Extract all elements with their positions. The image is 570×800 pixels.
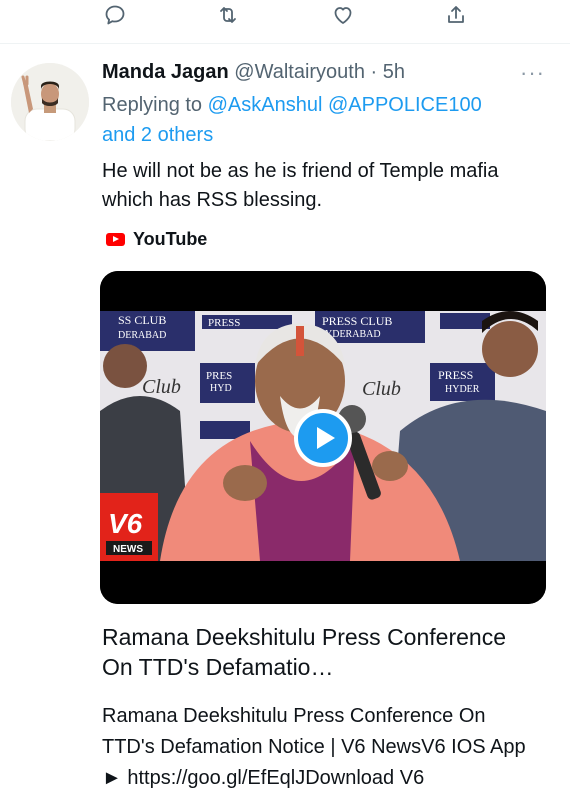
- like-icon[interactable]: [326, 0, 360, 30]
- video-card[interactable]: SS CLUB DERABAD PRESS CLUB YDERABAD PRES…: [100, 271, 546, 604]
- tweet-text: He will not be as he is friend of Temple…: [102, 160, 499, 211]
- more-options-icon[interactable]: ···: [520, 60, 545, 86]
- card-source: YouTube: [106, 229, 207, 250]
- banner-text: PRESS CLUB: [322, 314, 392, 328]
- author-name[interactable]: Manda Jagan: [102, 61, 229, 83]
- replying-user-link[interactable]: @AskAnshul: [208, 94, 323, 116]
- separator-dot: ·: [370, 61, 378, 83]
- card-description: Ramana Deekshitulu Press Conference On T…: [102, 705, 526, 789]
- banner-text: PRESS: [208, 317, 240, 329]
- source-name: YouTube: [133, 229, 208, 249]
- play-button[interactable]: [294, 409, 352, 467]
- tweet-time[interactable]: 5h: [383, 61, 405, 83]
- card-title[interactable]: Ramana Deekshitulu Press Conference On T…: [102, 622, 542, 682]
- share-icon[interactable]: [439, 0, 473, 30]
- banner-text: HYDER: [445, 384, 480, 395]
- author-handle[interactable]: @Waltairyouth: [234, 61, 365, 83]
- retweet-icon[interactable]: [211, 0, 245, 30]
- youtube-logo-icon: [106, 233, 125, 246]
- replying-to: Replying to @AskAnshul @APPOLICE100 and …: [102, 90, 542, 150]
- banner-text: SS CLUB: [118, 313, 166, 327]
- channel-logo-text: V6: [108, 508, 143, 539]
- banner-text: PRESS: [438, 368, 473, 382]
- reply-icon[interactable]: [98, 0, 132, 30]
- banner-text: HYD: [210, 383, 232, 394]
- banner-text: PRES: [206, 370, 232, 382]
- replying-others-link[interactable]: and 2 others: [102, 124, 213, 146]
- channel-logo-subtext: NEWS: [113, 544, 143, 555]
- avatar[interactable]: [11, 63, 89, 141]
- banner-text: Club: [142, 376, 181, 398]
- previous-tweet-actions: [0, 0, 570, 44]
- banner-text: Club: [362, 378, 401, 400]
- replying-prefix: Replying to: [102, 94, 203, 116]
- replying-user-link[interactable]: @APPOLICE100: [328, 94, 482, 116]
- tweet-header: Manda Jagan @Waltairyouth · 5h: [102, 61, 405, 84]
- banner-text: DERABAD: [118, 330, 166, 341]
